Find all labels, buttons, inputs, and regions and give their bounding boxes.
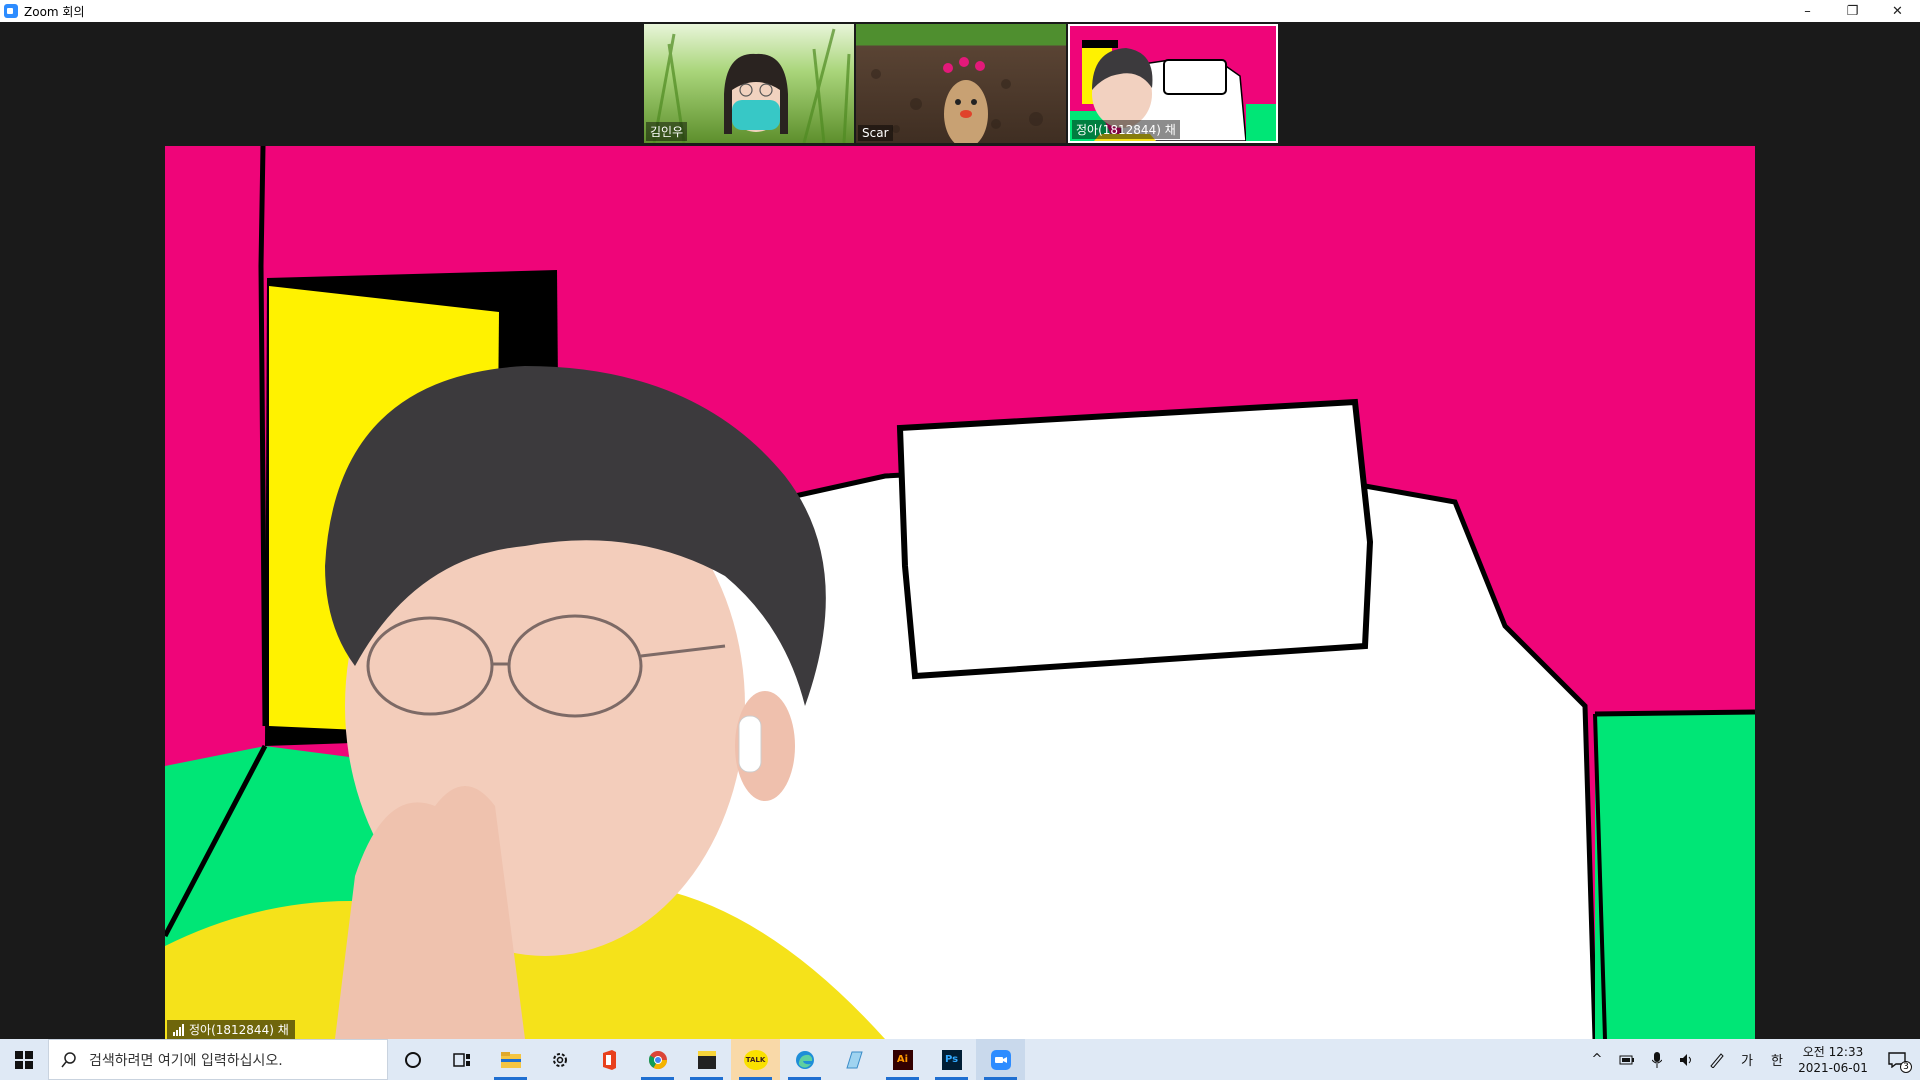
ime-mode-indicator[interactable]: 가 xyxy=(1732,1039,1762,1080)
office-icon[interactable] xyxy=(584,1039,633,1080)
notification-count-badge: 3 xyxy=(1900,1061,1912,1073)
minimize-button[interactable]: – xyxy=(1785,0,1830,22)
search-icon xyxy=(61,1051,76,1067)
battery-icon[interactable] xyxy=(1612,1039,1642,1080)
zoom-app-icon xyxy=(4,4,18,18)
ime-language-indicator[interactable]: 한 xyxy=(1762,1039,1792,1080)
pen-workspace-icon[interactable] xyxy=(1702,1039,1732,1080)
sticky-notes-icon[interactable] xyxy=(682,1039,731,1080)
clock-date: 2021-06-01 xyxy=(1798,1060,1868,1075)
show-hidden-icons-chevron-icon[interactable]: ^ xyxy=(1582,1039,1612,1080)
action-center-button[interactable]: 3 xyxy=(1874,1039,1920,1080)
edge-icon[interactable] xyxy=(780,1039,829,1080)
clock-time: 오전 12:33 xyxy=(1802,1044,1864,1059)
task-view-icon[interactable] xyxy=(437,1039,486,1080)
start-button[interactable] xyxy=(0,1039,48,1080)
taskbar: 검색하려면 여기에 입력하십시오. TALK Ai Ps ^ 가 한 오전 12… xyxy=(0,1039,1920,1080)
chrome-icon[interactable] xyxy=(633,1039,682,1080)
participant-name: Scar xyxy=(858,125,893,141)
cortana-icon[interactable] xyxy=(388,1039,437,1080)
microphone-icon[interactable] xyxy=(1642,1039,1672,1080)
illustrator-icon[interactable]: Ai xyxy=(878,1039,927,1080)
notepad-icon[interactable] xyxy=(829,1039,878,1080)
participant-thumbnail[interactable]: 정아(1812844) 채 xyxy=(1068,24,1278,143)
participant-strip: 김인우 Scar 정아(1812844) 채 xyxy=(644,24,1278,143)
participant-name: 정아(1812844) 채 xyxy=(1072,120,1180,139)
close-button[interactable]: ✕ xyxy=(1875,0,1920,22)
signal-strength-icon xyxy=(173,1023,184,1036)
window-controls: – ❐ ✕ xyxy=(1785,0,1920,22)
window-title: Zoom 회의 xyxy=(24,4,85,19)
speaker-video-frame xyxy=(165,146,1755,1039)
search-placeholder: 검색하려면 여기에 입력하십시오. xyxy=(89,1052,283,1069)
restore-button[interactable]: ❐ xyxy=(1830,0,1875,22)
settings-icon[interactable] xyxy=(535,1039,584,1080)
zoom-icon[interactable] xyxy=(976,1039,1025,1080)
volume-icon[interactable] xyxy=(1672,1039,1702,1080)
photoshop-icon[interactable]: Ps xyxy=(927,1039,976,1080)
speaker-name-badge: 정아(1812844) 채 xyxy=(167,1020,295,1039)
taskbar-search-box[interactable]: 검색하려면 여기에 입력하십시오. xyxy=(48,1039,388,1080)
meeting-area: 김인우 Scar 정아(1812844) 채 정아(1812844) 채 xyxy=(0,22,1920,1039)
speaker-name: 정아(1812844) 채 xyxy=(189,1023,289,1037)
taskbar-clock[interactable]: 오전 12:33 2021-06-01 xyxy=(1792,1044,1874,1076)
windows-logo-icon xyxy=(15,1050,33,1069)
system-tray: ^ 가 한 오전 12:33 2021-06-01 3 xyxy=(1582,1039,1920,1080)
participant-thumbnail[interactable]: Scar xyxy=(856,24,1066,143)
file-explorer-icon[interactable] xyxy=(486,1039,535,1080)
participant-name: 김인우 xyxy=(646,122,688,141)
kakaotalk-icon[interactable]: TALK xyxy=(731,1039,780,1080)
active-speaker-video[interactable]: 정아(1812844) 채 xyxy=(165,146,1755,1039)
title-bar: Zoom 회의 – ❐ ✕ xyxy=(0,0,1920,22)
participant-thumbnail[interactable]: 김인우 xyxy=(644,24,854,143)
